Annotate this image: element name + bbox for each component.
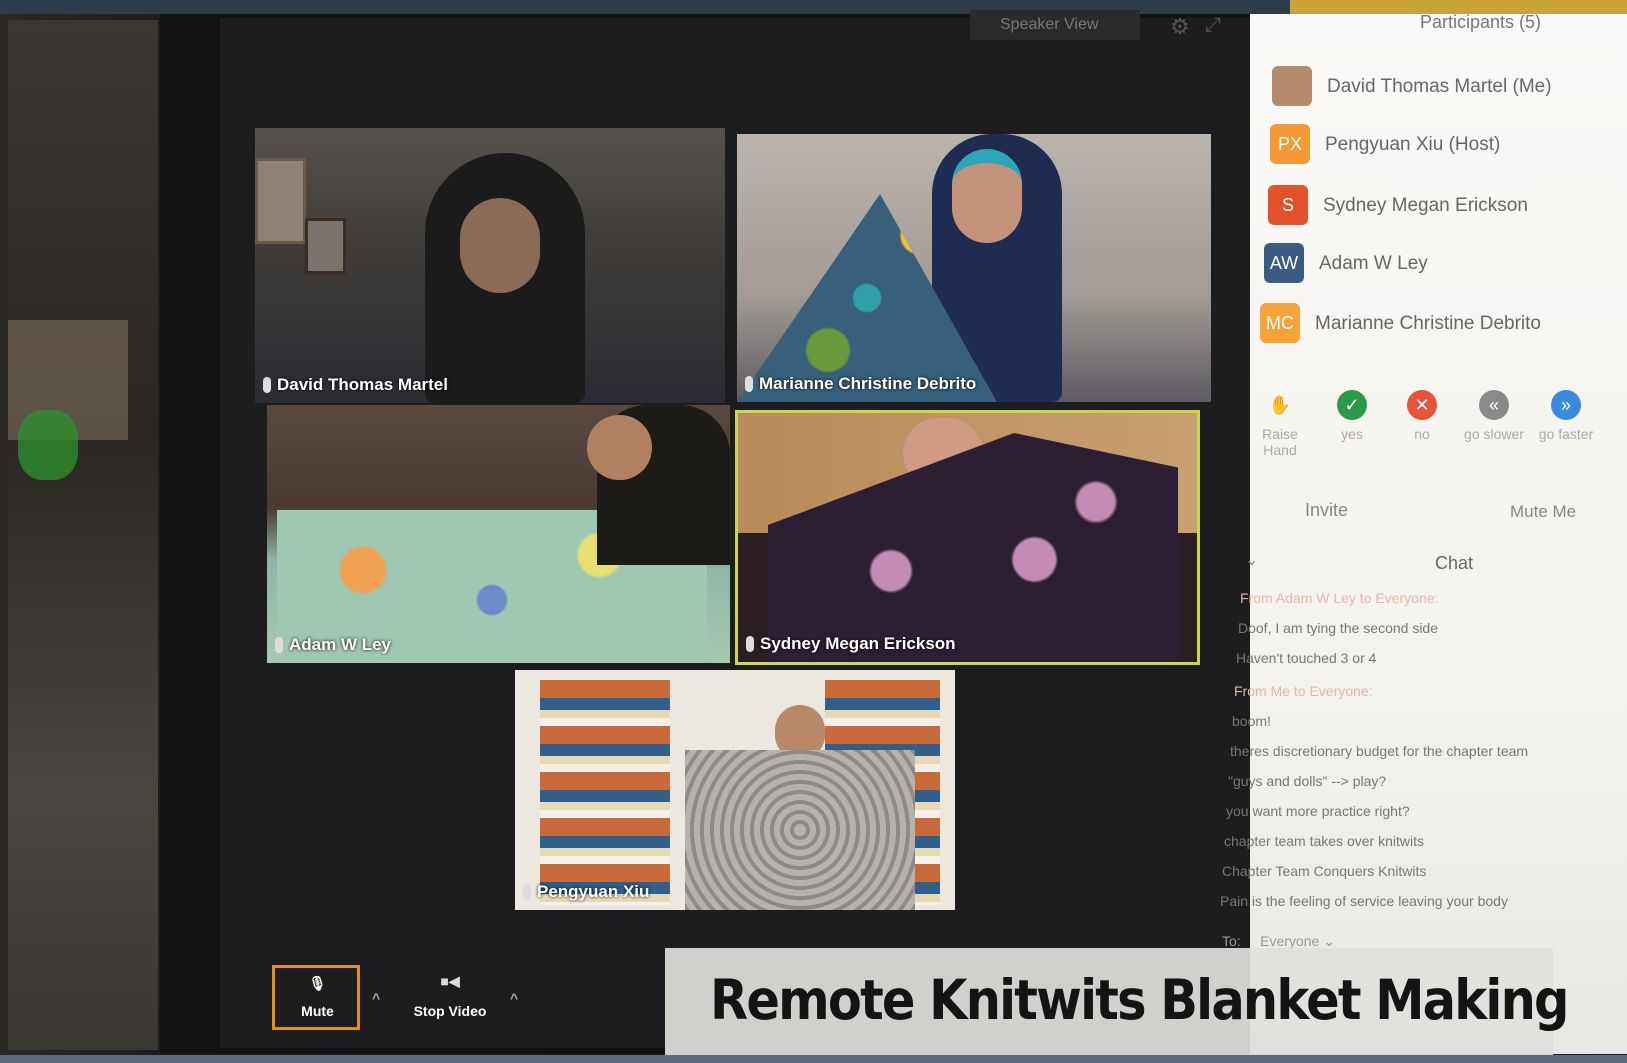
mic-icon bbox=[275, 637, 283, 653]
mute-me-button[interactable]: Mute Me bbox=[1510, 502, 1576, 522]
chat-message: boom! bbox=[1232, 713, 1271, 729]
chat-title: Chat bbox=[1435, 553, 1474, 573]
participant-name: Adam W Ley bbox=[1319, 253, 1428, 274]
fast-forward-icon: » bbox=[1551, 390, 1581, 420]
chevron-up-icon[interactable]: ^ bbox=[510, 990, 518, 1006]
gear-icon[interactable]: ⚙ bbox=[1170, 14, 1190, 40]
bottom-frame-band bbox=[0, 1055, 1627, 1063]
mic-icon: 🎙 bbox=[308, 975, 327, 991]
participant-row[interactable]: MC Marianne Christine Debrito bbox=[1260, 303, 1610, 347]
blanket bbox=[685, 750, 915, 910]
speaker-view-button[interactable]: Speaker View bbox=[970, 10, 1140, 40]
yes-button[interactable]: ✓ yes bbox=[1317, 390, 1387, 442]
mic-icon bbox=[523, 884, 531, 900]
participant-row[interactable]: PX Pengyuan Xiu (Host) bbox=[1270, 124, 1620, 168]
tile-name: David Thomas Martel bbox=[277, 375, 448, 394]
participant-row[interactable]: AW Adam W Ley bbox=[1264, 243, 1614, 287]
recipient-select[interactable]: Everyone bbox=[1260, 933, 1319, 949]
participant-name: Marianne Christine Debrito bbox=[1315, 313, 1541, 334]
mic-icon bbox=[745, 376, 753, 392]
caption-banner: Remote Knitwits Blanket Making bbox=[665, 948, 1569, 1055]
video-tile-sydney[interactable]: Sydney Megan Erickson bbox=[735, 410, 1200, 665]
bookshelf bbox=[540, 680, 670, 905]
chat-meta: From Adam W Ley to Everyone: bbox=[1240, 590, 1439, 606]
person-face bbox=[952, 149, 1022, 243]
participant-name: Sydney Megan Erickson bbox=[1323, 195, 1528, 216]
mic-icon bbox=[746, 636, 754, 652]
chat-message: Haven't touched 3 or 4 bbox=[1236, 650, 1377, 666]
reaction-label: no bbox=[1414, 426, 1430, 442]
reaction-label: go slower bbox=[1464, 426, 1524, 442]
no-button[interactable]: ✕ no bbox=[1387, 390, 1457, 442]
invite-button[interactable]: Invite bbox=[1305, 500, 1348, 521]
go-faster-button[interactable]: » go faster bbox=[1531, 390, 1601, 442]
caption-title: Remote Knitwits Blanket Making bbox=[710, 968, 1569, 1032]
avatar: MC bbox=[1260, 303, 1300, 343]
avatar: AW bbox=[1264, 243, 1304, 283]
chat-meta: From Me to Everyone: bbox=[1234, 683, 1373, 699]
video-tile-pengyuan[interactable]: Pengyuan Xiu bbox=[515, 670, 955, 910]
panel-title: Participants (5) bbox=[1420, 12, 1542, 32]
mic-icon bbox=[263, 377, 271, 393]
video-camera-icon: ■◀ bbox=[440, 973, 460, 989]
video-tile-marianne[interactable]: Marianne Christine Debrito bbox=[737, 134, 1211, 402]
reaction-label: Raise Hand bbox=[1262, 426, 1298, 458]
person-face bbox=[587, 415, 652, 480]
fullscreen-icon[interactable]: ⤢ bbox=[1205, 14, 1221, 37]
chat-message: you want more practice right? bbox=[1226, 803, 1410, 819]
reactions-bar: ✋ Raise Hand ✓ yes ✕ no « go slower » go… bbox=[1245, 390, 1627, 470]
chevron-down-icon[interactable]: ⌄ bbox=[1245, 550, 1258, 570]
chat-message: "guys and dolls" --> play? bbox=[1228, 773, 1387, 789]
chevron-up-icon[interactable]: ^ bbox=[372, 990, 380, 1006]
desk-area bbox=[8, 20, 158, 1050]
chat-message: Pain is the feeling of service leaving y… bbox=[1220, 893, 1508, 909]
stop-video-button[interactable]: Stop Video bbox=[400, 1003, 500, 1019]
chevron-down-icon: ⌄ bbox=[1323, 933, 1335, 949]
wall-frame bbox=[305, 218, 346, 274]
top-frame-band bbox=[0, 0, 1627, 14]
chat-message: Chapter Team Conquers Knitwits bbox=[1222, 863, 1427, 879]
to-label: To: bbox=[1222, 933, 1241, 949]
person-face bbox=[460, 198, 540, 293]
reaction-label: go faster bbox=[1538, 426, 1594, 442]
avatar: PX bbox=[1270, 124, 1310, 164]
participant-row[interactable]: David Thomas Martel (Me) bbox=[1272, 66, 1622, 110]
tile-name: Sydney Megan Erickson bbox=[760, 634, 956, 653]
avatar: S bbox=[1268, 185, 1308, 225]
video-tile-david[interactable]: David Thomas Martel bbox=[255, 128, 725, 403]
mute-label: Mute bbox=[301, 1003, 334, 1019]
raise-hand-button[interactable]: ✋ Raise Hand bbox=[1245, 390, 1315, 458]
video-tile-adam[interactable]: Adam W Ley bbox=[267, 405, 730, 663]
close-icon: ✕ bbox=[1407, 390, 1437, 420]
tile-name: Adam W Ley bbox=[289, 635, 392, 654]
hand-icon: ✋ bbox=[1268, 395, 1292, 415]
tile-name: Marianne Christine Debrito bbox=[759, 374, 977, 393]
reaction-label: yes bbox=[1341, 426, 1363, 442]
wall-frame bbox=[255, 158, 306, 244]
check-icon: ✓ bbox=[1337, 390, 1367, 420]
participant-name: David Thomas Martel (Me) bbox=[1327, 76, 1552, 97]
tile-name: Pengyuan Xiu bbox=[537, 882, 650, 901]
go-slower-button[interactable]: « go slower bbox=[1459, 390, 1529, 442]
chat-message: chapter team takes over knitwits bbox=[1224, 833, 1424, 849]
chat-message: Doof, I am tying the second side bbox=[1238, 620, 1438, 636]
participant-name: Pengyuan Xiu (Host) bbox=[1325, 134, 1501, 155]
rewind-icon: « bbox=[1479, 390, 1509, 420]
chat-message: theres discretionary budget for the chap… bbox=[1230, 743, 1529, 759]
avatar bbox=[1272, 66, 1312, 106]
participant-row[interactable]: S Sydney Megan Erickson bbox=[1268, 185, 1618, 229]
